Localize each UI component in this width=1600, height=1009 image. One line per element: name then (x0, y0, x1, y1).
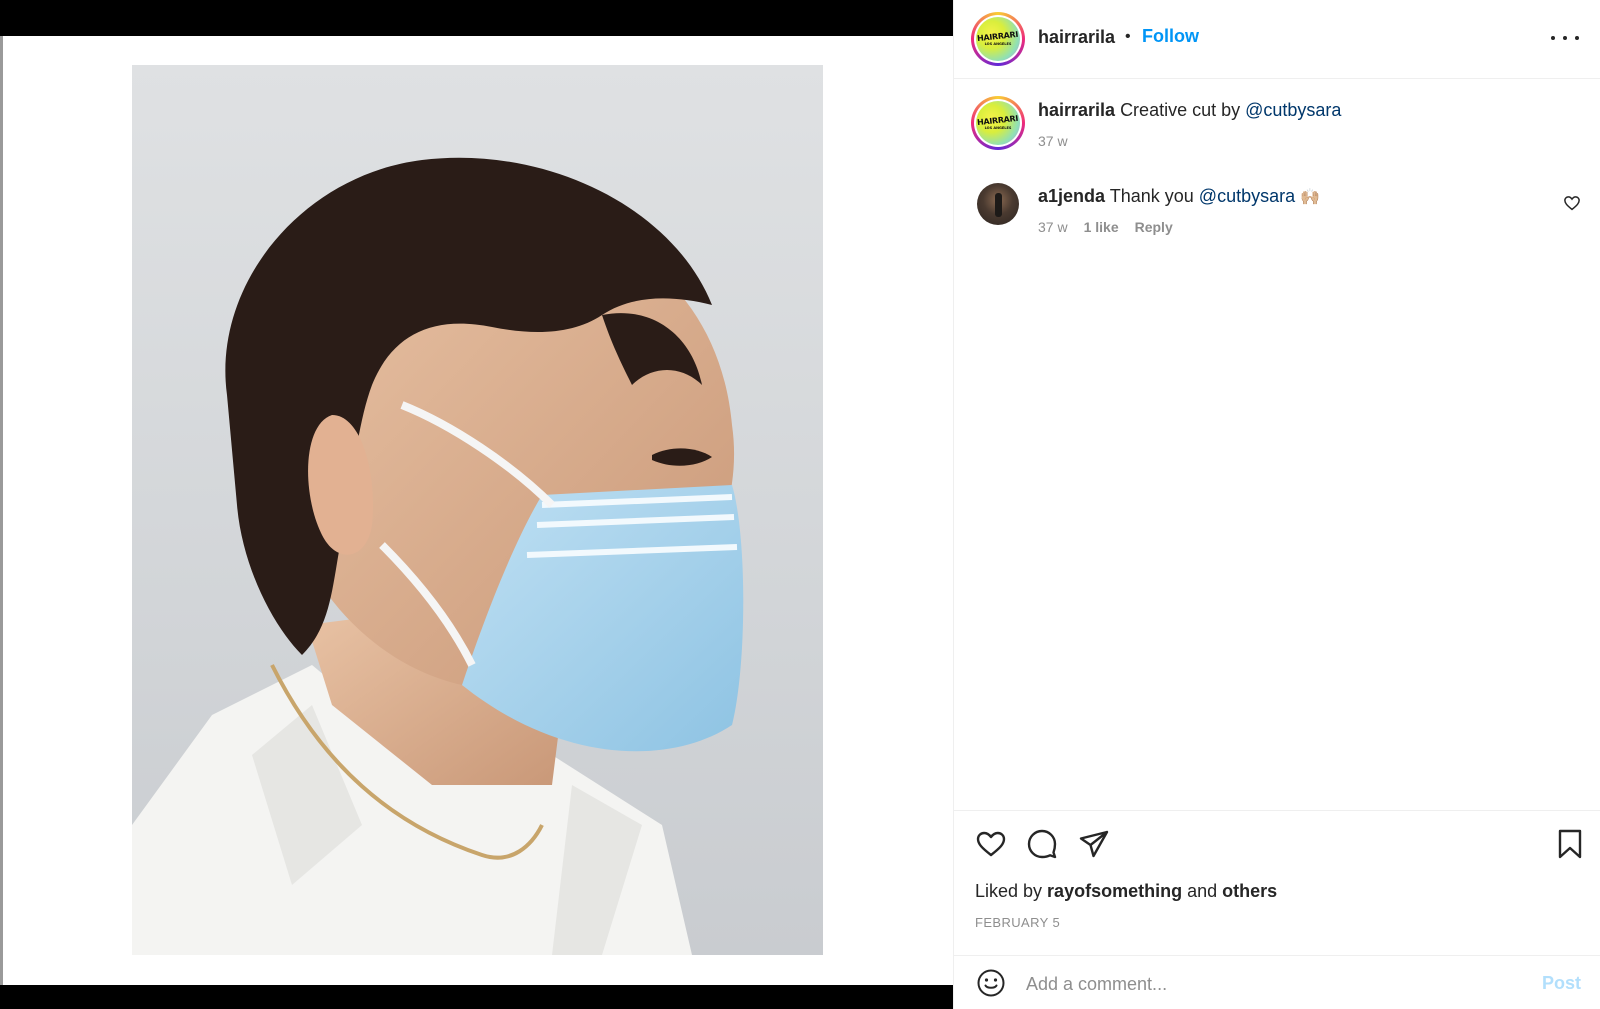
caption-body: Creative cut by (1120, 100, 1246, 120)
liked-by-prefix: Liked by (975, 881, 1048, 901)
post-media-pane (0, 0, 953, 1009)
caption-age[interactable]: 37 w (1038, 133, 1068, 149)
comment-age[interactable]: 37 w (1038, 219, 1068, 235)
liked-by-user[interactable]: rayofsomething (1047, 881, 1182, 901)
caption-username[interactable]: hairrarila (1038, 100, 1115, 120)
comment-reply-button[interactable]: Reply (1135, 219, 1173, 235)
comment-heart-icon[interactable] (1563, 194, 1581, 212)
hairrari-logo: HAIRRARI LOS ANGELES (976, 101, 1020, 145)
heart-icon[interactable] (975, 828, 1007, 860)
author-avatar[interactable]: HAIRRARI LOS ANGELES (971, 12, 1025, 66)
post-date[interactable]: FEBRUARY 5 (975, 915, 1060, 930)
emoji-icon[interactable] (976, 968, 1006, 998)
post-actions: Liked by rayofsomething and others FEBRU… (954, 810, 1600, 955)
post-photo[interactable] (132, 65, 823, 955)
liked-by-others[interactable]: others (1222, 881, 1277, 901)
separator-dot: • (1125, 28, 1131, 45)
comment-icon[interactable] (1026, 828, 1058, 860)
commenter-avatar[interactable] (977, 183, 1019, 225)
comment-body: Thank you (1109, 186, 1199, 206)
portrait-illustration (132, 157, 744, 955)
post-header: HAIRRARI LOS ANGELES hairrarila • Follow (954, 0, 1600, 79)
raised-hands-emoji: 🙌🏼 (1300, 187, 1321, 206)
window-edge (0, 0, 3, 1009)
author-username[interactable]: hairrarila (1038, 27, 1115, 48)
comment-mention[interactable]: @cutbysara (1199, 186, 1295, 206)
post-comment-button[interactable]: Post (1542, 973, 1581, 994)
letterbox-top (0, 0, 953, 36)
caption-text: hairrarila Creative cut by @cutbysara (1038, 100, 1341, 121)
comment-text: a1jenda Thank you @cutbysara 🙌🏼 (1038, 186, 1320, 207)
post-caption: HAIRRARI LOS ANGELES hairrarila Creative… (971, 96, 1581, 156)
comment-input[interactable] (1026, 970, 1506, 998)
caption-author-avatar[interactable]: HAIRRARI LOS ANGELES (971, 96, 1025, 150)
follow-button[interactable]: Follow (1142, 26, 1199, 47)
bookmark-icon[interactable] (1554, 828, 1586, 860)
comment-meta: 37 w 1 like Reply (1038, 219, 1173, 235)
liked-by-middle: and (1182, 881, 1223, 901)
comment-item: a1jenda Thank you @cutbysara 🙌🏼 37 w 1 l… (971, 182, 1581, 242)
share-icon[interactable] (1078, 828, 1110, 860)
letterbox-bottom (0, 985, 953, 1009)
hairrari-logo: HAIRRARI LOS ANGELES (976, 17, 1020, 61)
more-options-icon[interactable] (1551, 26, 1579, 50)
comment-username[interactable]: a1jenda (1038, 186, 1105, 206)
comment-composer: Post (954, 955, 1600, 1009)
caption-mention[interactable]: @cutbysara (1245, 100, 1341, 120)
liked-by-text: Liked by rayofsomething and others (975, 881, 1277, 902)
comment-like-count[interactable]: 1 like (1084, 219, 1119, 235)
post-details-pane: HAIRRARI LOS ANGELES hairrarila • Follow… (953, 0, 1600, 1009)
